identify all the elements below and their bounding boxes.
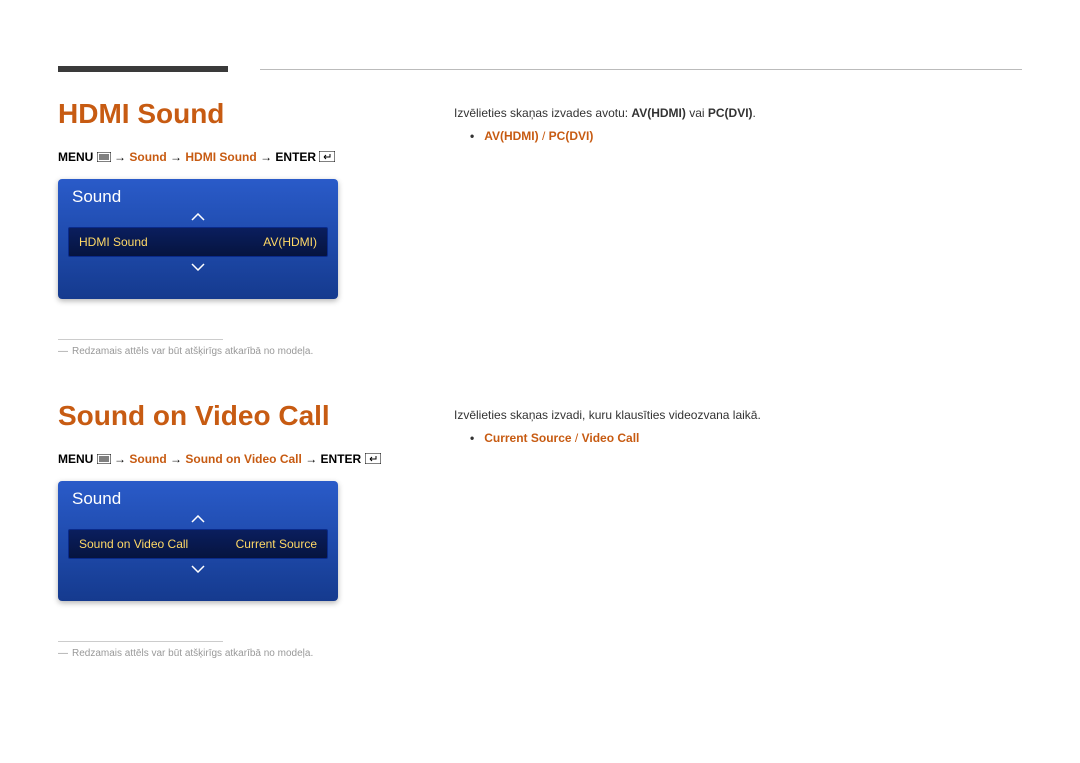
- panel-title: Sound: [58, 489, 338, 509]
- ui-panel-sound-video-call: Sound Sound on Video Call Current Source: [58, 481, 338, 601]
- description-video-call: Izvēlieties skaņas izvadi, kuru klausīti…: [454, 406, 1014, 448]
- row-label: HDMI Sound: [79, 235, 148, 249]
- menu-label: MENU: [58, 452, 93, 466]
- ui-panel-sound-hdmi: Sound HDMI Sound AV(HDMI): [58, 179, 338, 299]
- footnote-text: Redzamais attēls var būt atšķirīgs atkar…: [72, 648, 313, 659]
- ui-row-sound-on-video-call[interactable]: Sound on Video Call Current Source: [68, 529, 328, 559]
- footnote-text: Redzamais attēls var būt atšķirīgs atkar…: [72, 346, 313, 357]
- path-sound: Sound: [129, 452, 166, 466]
- menu-label: MENU: [58, 150, 93, 164]
- arrow: →: [114, 452, 126, 466]
- desc-line: Izvēlieties skaņas izvadi, kuru klausīti…: [454, 406, 1014, 425]
- footnote-video-call: ― Redzamais attēls var būt atšķirīgs atka…: [58, 648, 398, 659]
- option-sep: /: [539, 129, 549, 143]
- dash: ―: [58, 346, 68, 357]
- dash: ―: [58, 648, 68, 659]
- option-video-call: Video Call: [582, 431, 640, 445]
- desc-bold-pcdvi: PC(DVI): [708, 106, 753, 120]
- menu-icon: [97, 453, 111, 467]
- menu-icon: [97, 151, 111, 165]
- enter-label: ENTER: [321, 452, 362, 466]
- bullet-line: • AV(HDMI) / PC(DVI): [454, 127, 1014, 146]
- option-avhdmi: AV(HDMI): [484, 129, 538, 143]
- bullet-dot: •: [470, 431, 474, 445]
- chevron-down-icon[interactable]: [58, 563, 338, 575]
- description-hdmi: Izvēlieties skaņas izvades avotu: AV(HDM…: [454, 104, 1014, 146]
- arrow: →: [114, 150, 126, 164]
- chevron-down-icon[interactable]: [58, 261, 338, 273]
- arrow: →: [170, 150, 182, 164]
- footnote-divider: [58, 339, 223, 340]
- enter-label: ENTER: [275, 150, 316, 164]
- menu-path-video-call: MENU → Sound → Sound on Video Call → ENT…: [58, 452, 398, 467]
- menu-path-hdmi: MENU → Sound → HDMI Sound → ENTER: [58, 150, 398, 165]
- desc-line: Izvēlieties skaņas izvades avotu: AV(HDM…: [454, 104, 1014, 123]
- enter-icon: [365, 453, 381, 467]
- path-hdmi-sound: HDMI Sound: [185, 150, 256, 164]
- header-accent-bar: [58, 66, 228, 72]
- header-divider: [260, 69, 1022, 70]
- section-title-sound-on-video-call: Sound on Video Call: [58, 400, 398, 432]
- desc-bold-avhdmi: AV(HDMI): [631, 106, 685, 120]
- arrow: →: [260, 150, 272, 164]
- footnote-divider: [58, 641, 223, 642]
- arrow: →: [170, 452, 182, 466]
- row-value: AV(HDMI): [263, 235, 317, 249]
- chevron-up-icon[interactable]: [58, 513, 338, 525]
- desc-mid: vai: [686, 106, 708, 120]
- bullet-line: • Current Source / Video Call: [454, 429, 1014, 448]
- path-sound: Sound: [129, 150, 166, 164]
- bullet-dot: •: [470, 129, 474, 143]
- option-pcdvi: PC(DVI): [549, 129, 594, 143]
- panel-title: Sound: [58, 187, 338, 207]
- ui-row-hdmi-sound[interactable]: HDMI Sound AV(HDMI): [68, 227, 328, 257]
- section-title-hdmi-sound: HDMI Sound: [58, 98, 398, 130]
- option-sep: /: [572, 431, 582, 445]
- option-current-source: Current Source: [484, 431, 571, 445]
- enter-icon: [319, 151, 335, 165]
- chevron-up-icon[interactable]: [58, 211, 338, 223]
- desc-pre: Izvēlieties skaņas izvades avotu:: [454, 106, 631, 120]
- desc-suffix: .: [753, 106, 756, 120]
- arrow: →: [305, 452, 317, 466]
- row-label: Sound on Video Call: [79, 537, 188, 551]
- row-value: Current Source: [236, 537, 317, 551]
- path-video-call: Sound on Video Call: [185, 452, 301, 466]
- footnote-hdmi: ― Redzamais attēls var būt atšķirīgs atka…: [58, 346, 398, 357]
